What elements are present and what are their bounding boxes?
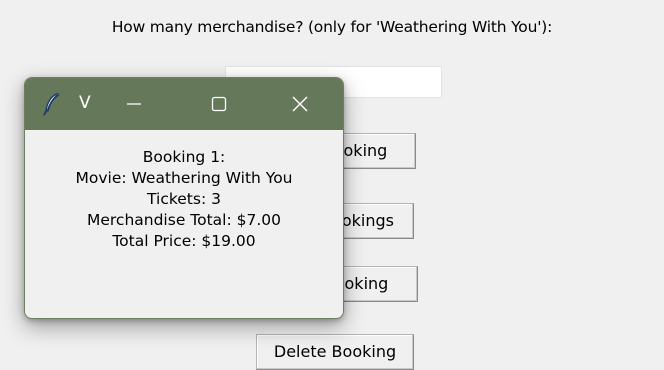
- booking-details-window: V Booking 1: Movie: Weathering With You …: [24, 77, 344, 319]
- close-icon[interactable]: [280, 88, 320, 120]
- maximize-icon[interactable]: [199, 88, 239, 120]
- booking-info-label: Booking 1: Movie: Weathering With You Ti…: [25, 147, 343, 252]
- movie-text: Movie: Weathering With You: [75, 169, 293, 187]
- tickets-text: Tickets: 3: [147, 190, 221, 208]
- popup-titlebar[interactable]: V: [25, 78, 343, 130]
- merchandise-prompt-label: How many merchandise? (only for 'Weather…: [111, 18, 553, 36]
- minimize-icon[interactable]: [114, 88, 154, 120]
- delete-booking-button[interactable]: Delete Booking: [256, 334, 414, 370]
- merchandise-total-text: Merchandise Total: $7.00: [86, 211, 281, 229]
- feather-icon: [41, 92, 63, 116]
- total-price-text: Total Price: $19.00: [112, 232, 256, 250]
- booking-number-text: Booking 1:: [142, 148, 226, 166]
- popup-body: Booking 1: Movie: Weathering With You Ti…: [25, 130, 343, 318]
- popup-title: V: [79, 93, 91, 113]
